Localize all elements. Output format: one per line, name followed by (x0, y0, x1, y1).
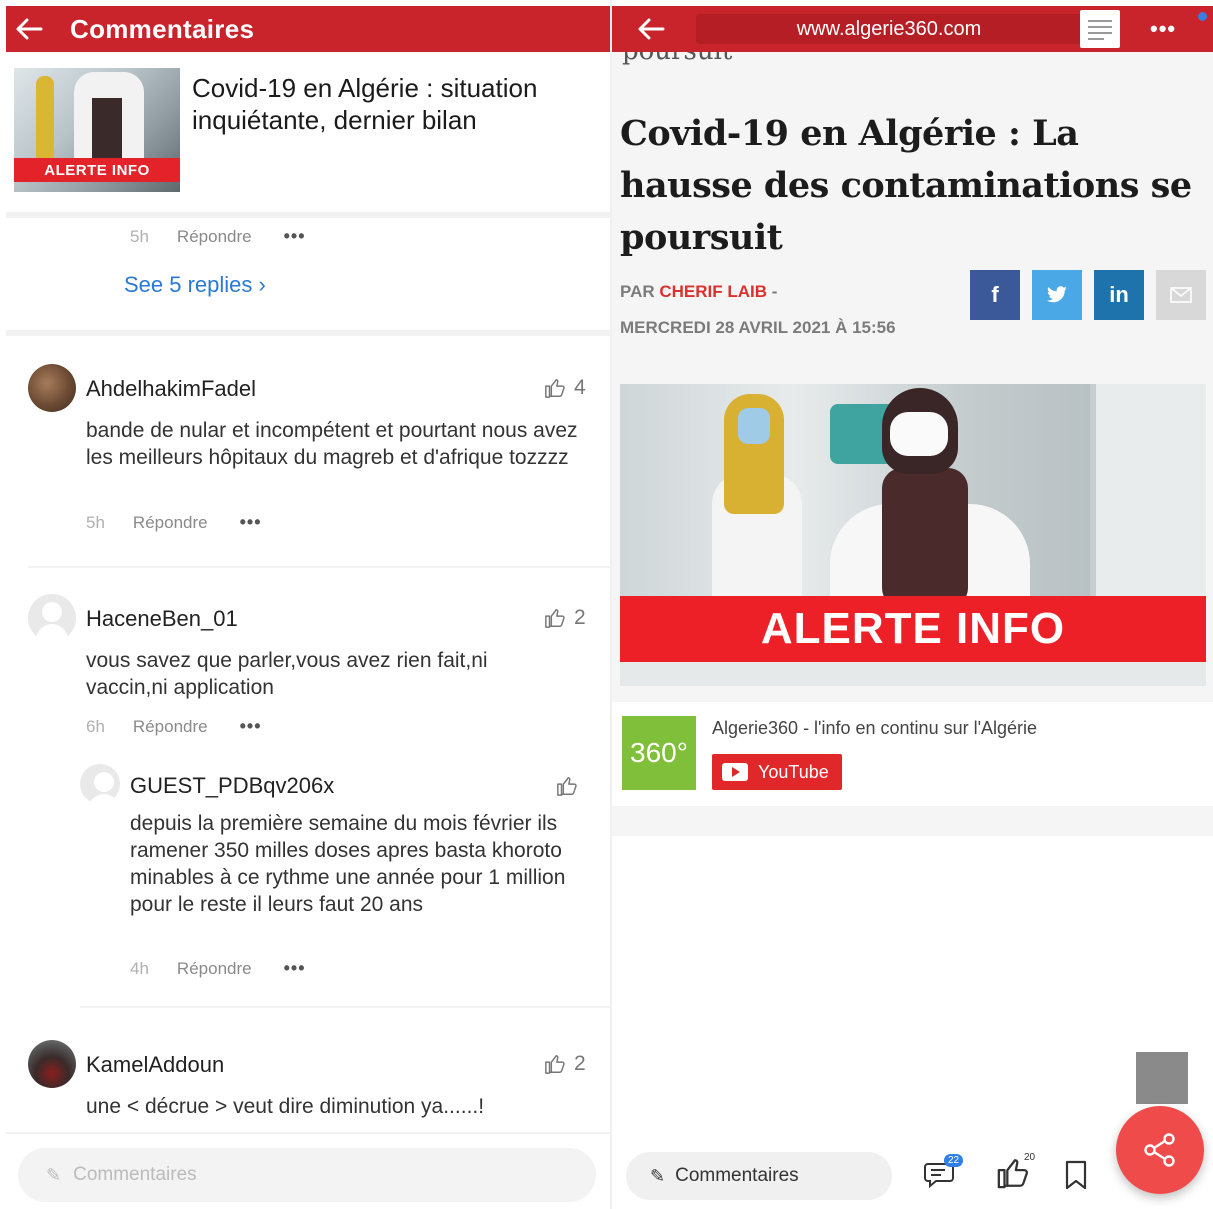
reply-button[interactable]: Répondre (177, 227, 252, 247)
comment-text: bande de nular et incompétent et pourtan… (86, 419, 578, 469)
comment-meta: 5h Répondre ••• (86, 512, 262, 533)
article-thumbnail: ALERTE INFO (14, 68, 180, 192)
more-options-icon[interactable]: ••• (240, 716, 262, 737)
share-linkedin-button[interactable]: in (1094, 270, 1144, 320)
comment-time: 4h (130, 958, 149, 978)
comment-text: depuis la première semaine du mois févri… (130, 812, 566, 916)
share-fab-button[interactable] (1116, 1106, 1204, 1194)
divider (6, 330, 610, 336)
article-hero-image[interactable]: ALERTE INFO (620, 384, 1206, 686)
youtube-button-label: YouTube (758, 761, 829, 782)
publish-date: MERCREDI 28 AVRIL 2021 À 15:56 (620, 318, 896, 337)
comment-username[interactable]: GUEST_PDBqv206x (130, 773, 334, 799)
article-panel: poursuit www.algerie360.com ••• Covid-19… (612, 0, 1213, 1209)
comment-input-label: Commentaires (675, 1165, 799, 1186)
share-email-button[interactable] (1156, 270, 1206, 320)
linkedin-icon: in (1109, 282, 1129, 307)
comment-meta: 6h Répondre ••• (86, 716, 262, 737)
reader-mode-icon[interactable] (1080, 10, 1120, 48)
more-options-icon[interactable]: ••• (284, 226, 306, 247)
mail-icon (1170, 287, 1192, 303)
avatar[interactable] (80, 764, 120, 804)
share-twitter-button[interactable] (1032, 270, 1082, 320)
hero-label: ALERTE INFO (620, 596, 1206, 662)
header-title: Commentaires (70, 13, 255, 44)
comment-username[interactable]: KamelAddoun (86, 1052, 224, 1078)
browser-header: www.algerie360.com ••• (612, 6, 1213, 52)
divider (80, 1006, 610, 1008)
twitter-icon (1047, 286, 1067, 303)
like-button[interactable]: 2 (544, 1052, 586, 1076)
bookmark-button[interactable] (1064, 1160, 1088, 1195)
youtube-channel-card[interactable]: 360° Algerie360 - l'info en continu sur … (612, 702, 1213, 806)
avatar[interactable] (28, 364, 76, 412)
avatar[interactable] (28, 1040, 76, 1088)
comment-input[interactable]: ✎ Commentaires (626, 1152, 892, 1200)
divider (6, 212, 610, 218)
likes-count: 20 (1024, 1152, 1036, 1163)
comment-text: vous savez que parler,vous avez rien fai… (86, 649, 488, 699)
comments-panel: Commentaires ALERTE INFO Covid-19 en Alg… (0, 0, 610, 1209)
notification-dot (1198, 12, 1207, 21)
back-arrow-icon[interactable] (6, 6, 52, 52)
back-arrow-icon[interactable] (628, 6, 674, 52)
comments-header: Commentaires (6, 6, 610, 52)
article-card[interactable]: ALERTE INFO Covid-19 en Algérie : situat… (6, 62, 610, 212)
see-replies-link[interactable]: See 5 replies › (124, 272, 266, 298)
pencil-icon: ✎ (650, 1165, 666, 1186)
divider (6, 1132, 610, 1134)
pencil-icon: ✎ (46, 1164, 62, 1185)
thumbs-up-icon (545, 609, 565, 628)
thumbnail-label: ALERTE INFO (14, 158, 180, 182)
share-icon (1144, 1133, 1175, 1167)
divider (28, 566, 610, 568)
scroll-top-button[interactable] (1136, 1052, 1188, 1104)
comment-text: une < décrue > veut dire diminution ya..… (86, 1095, 485, 1118)
like-count: 2 (574, 1052, 586, 1075)
reply-button[interactable]: Répondre (177, 959, 252, 979)
facebook-icon: f (991, 282, 999, 307)
youtube-subscribe-button[interactable]: YouTube (712, 754, 842, 790)
article-title: Covid-19 en Algérie : situation inquiéta… (192, 73, 538, 135)
like-count: 4 (574, 376, 586, 399)
comments-count-button[interactable]: 22 (924, 1154, 964, 1195)
share-facebook-button[interactable]: f (970, 270, 1020, 320)
more-options-icon[interactable]: ••• (240, 512, 262, 533)
divider (612, 806, 1213, 836)
thumbs-up-icon (557, 777, 577, 796)
like-button[interactable]: 4 (544, 376, 586, 400)
youtube-play-icon (722, 763, 748, 781)
comment-input-placeholder: Commentaires (73, 1164, 197, 1185)
thumbs-up-icon (545, 1055, 565, 1074)
thumbs-up-icon (545, 379, 565, 398)
article-headline: Covid-19 en Algérie : La hausse des cont… (620, 113, 1192, 258)
like-button[interactable]: 2 (544, 606, 586, 630)
byline-prefix: PAR (620, 282, 660, 301)
more-menu-icon[interactable]: ••• (1150, 16, 1176, 42)
author-link[interactable]: CHERIF LAIB (659, 282, 767, 301)
comment-username[interactable]: HaceneBen_01 (86, 606, 238, 632)
comments-count-badge: 22 (944, 1154, 964, 1167)
reply-button[interactable]: Répondre (133, 717, 208, 737)
comment-meta: 5h Répondre ••• (130, 226, 306, 247)
comment-input[interactable]: ✎ Commentaires (18, 1148, 596, 1202)
channel-logo: 360° (622, 716, 696, 790)
byline-suffix: - (767, 282, 778, 301)
bookmark-icon (1065, 1160, 1087, 1190)
like-button[interactable] (556, 775, 586, 797)
url-bar[interactable]: www.algerie360.com (696, 14, 1082, 44)
byline: PAR CHERIF LAIB - (620, 282, 777, 302)
like-count: 2 (574, 606, 586, 629)
more-options-icon[interactable]: ••• (284, 958, 306, 979)
comment-time: 5h (86, 512, 105, 532)
channel-name: Algerie360 - l'info en continu sur l'Alg… (712, 718, 1038, 738)
comment-username[interactable]: AhdelhakimFadel (86, 376, 256, 402)
comment-time: 6h (86, 716, 105, 736)
like-article-button[interactable]: 20 (996, 1152, 1035, 1195)
comment-time: 5h (130, 226, 149, 246)
avatar[interactable] (28, 594, 76, 642)
comment-meta: 4h Répondre ••• (130, 958, 306, 979)
reply-button[interactable]: Répondre (133, 513, 208, 533)
